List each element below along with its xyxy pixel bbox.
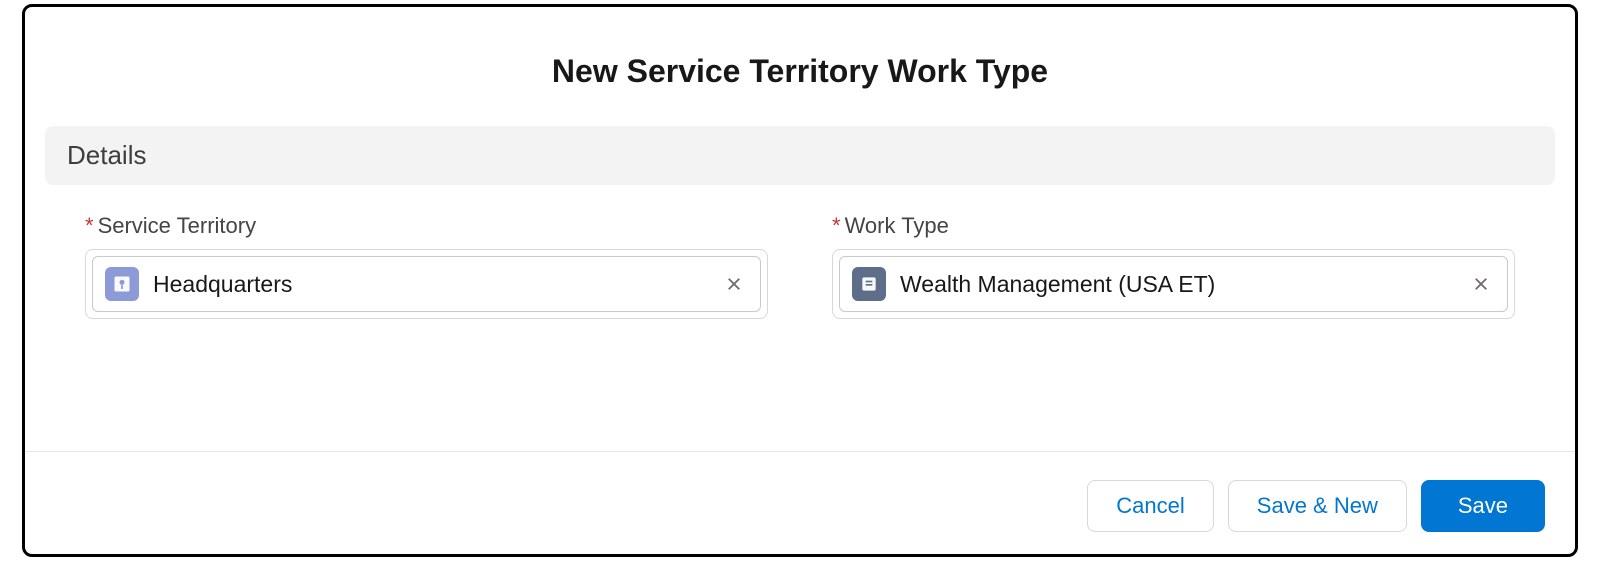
required-asterisk: *	[832, 213, 841, 238]
cancel-button[interactable]: Cancel	[1087, 480, 1213, 532]
new-service-territory-work-type-modal: New Service Territory Work Type Details …	[22, 4, 1578, 557]
service-territory-lookup[interactable]: Headquarters	[85, 249, 768, 319]
clear-work-type-button[interactable]	[1467, 270, 1495, 298]
service-territory-field: *Service Territory Headquarters	[85, 213, 768, 319]
work-type-field: *Work Type Wealth Management (USA ET)	[832, 213, 1515, 319]
details-section-header: Details	[45, 126, 1555, 185]
service-territory-label-text: Service Territory	[98, 213, 257, 238]
service-territory-icon	[105, 267, 139, 301]
work-type-lookup[interactable]: Wealth Management (USA ET)	[832, 249, 1515, 319]
work-type-pill: Wealth Management (USA ET)	[839, 256, 1508, 312]
save-and-new-button[interactable]: Save & New	[1228, 480, 1407, 532]
save-button[interactable]: Save	[1421, 480, 1545, 532]
modal-title: New Service Territory Work Type	[25, 7, 1575, 126]
required-asterisk: *	[85, 213, 94, 238]
work-type-value: Wealth Management (USA ET)	[900, 271, 1467, 298]
service-territory-value: Headquarters	[153, 271, 720, 298]
service-territory-label: *Service Territory	[85, 213, 768, 239]
work-type-icon	[852, 267, 886, 301]
modal-footer: Cancel Save & New Save	[25, 451, 1575, 554]
work-type-label-text: Work Type	[845, 213, 949, 238]
clear-service-territory-button[interactable]	[720, 270, 748, 298]
service-territory-pill: Headquarters	[92, 256, 761, 312]
form-row: *Service Territory Headquarters *Work Ty…	[25, 185, 1575, 319]
work-type-label: *Work Type	[832, 213, 1515, 239]
section-header-label: Details	[67, 140, 146, 170]
